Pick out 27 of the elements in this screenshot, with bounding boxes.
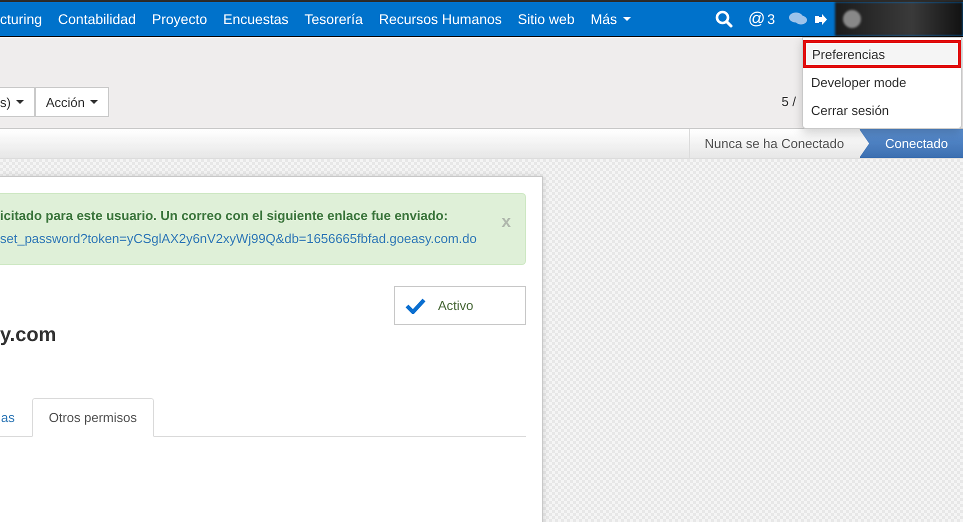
user-avatar-area[interactable] [835, 2, 963, 36]
nav-menu-item[interactable]: Encuestas [223, 11, 288, 27]
pager-text: 5 / [782, 93, 796, 111]
active-toggle-button[interactable]: Activo [394, 286, 526, 325]
form-tab[interactable]: Otros permisos [32, 398, 154, 437]
search-icon[interactable] [714, 10, 733, 28]
user-menu-item[interactable]: Developer mode [803, 68, 961, 96]
nav-menu-item[interactable]: Tesorería [304, 11, 363, 27]
nav-menu-item[interactable]: Contabilidad [58, 11, 136, 27]
check-icon [405, 298, 426, 314]
reset-password-link[interactable]: set_password?token=yCSglAX2y6nV2xyWj99Q&db=1656665fbfad.goeasy.com.do [0, 231, 477, 246]
dropdown-button[interactable]: s) [0, 87, 35, 117]
logout-icon[interactable] [815, 14, 827, 24]
user-menu-item[interactable]: Cerrar sesión [803, 96, 961, 124]
dropdown-button[interactable]: Acción [34, 87, 109, 117]
status-stage[interactable]: Conectado [859, 129, 963, 158]
user-menu-item[interactable]: Preferencias [803, 40, 961, 68]
form-tab[interactable]: as [0, 398, 32, 437]
alert-message: icitado para este usuario. Un correo con el siguiente enlace fue enviado: [0, 208, 448, 223]
more-menu[interactable]: Más [590, 11, 632, 27]
record-title: y.com [0, 324, 56, 347]
chat-icon[interactable] [789, 12, 807, 26]
nav-menu-item[interactable]: Recursos Humanos [378, 11, 502, 27]
nav-menu-item[interactable]: Proyecto [152, 11, 208, 27]
nav-menu-item[interactable]: cturing [0, 11, 42, 27]
nav-menu-item[interactable]: Sitio web [518, 11, 575, 27]
mentions-counter[interactable]: @3 [748, 9, 775, 29]
